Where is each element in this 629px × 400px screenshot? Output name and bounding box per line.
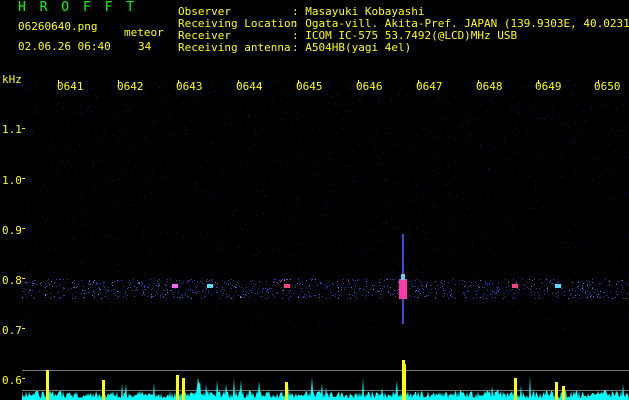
filename: 06260640.png (18, 20, 98, 33)
meteor-count: 34 (138, 40, 152, 53)
observer-value: : Masayuki Kobayashi (292, 5, 425, 18)
location-value: : Ogata-vill. Akita-Pref. JAPAN (139.930… (292, 17, 629, 30)
y-unit-label: kHz (2, 73, 22, 86)
antenna-key: Receiving antenna (178, 41, 291, 54)
location-key: Receiving Location (178, 17, 298, 30)
y-label: 1.1 (2, 123, 22, 136)
y-label: 0.9 (2, 224, 22, 237)
app-title: H R O F F T (18, 0, 138, 15)
y-label: 0.6 (2, 374, 22, 387)
spectrogram-plot (22, 80, 629, 400)
hrofft-screen: H R O F F T 06260640.png meteor 02.06.26… (0, 0, 629, 400)
observer-key: Observer (178, 5, 231, 18)
y-label: 1.0 (2, 174, 22, 187)
receiver-value: : ICOM IC-575 53.7492(@LCD)MHz USB (292, 29, 518, 42)
antenna-value: : A504HB(yagi 4el) (292, 41, 412, 54)
receiver-key: Receiver (178, 29, 231, 42)
y-label: 0.8 (2, 274, 22, 287)
datetime: 02.06.26 06:40 (18, 40, 111, 53)
y-label: 0.7 (2, 324, 22, 337)
meteor-label: meteor (124, 26, 164, 39)
